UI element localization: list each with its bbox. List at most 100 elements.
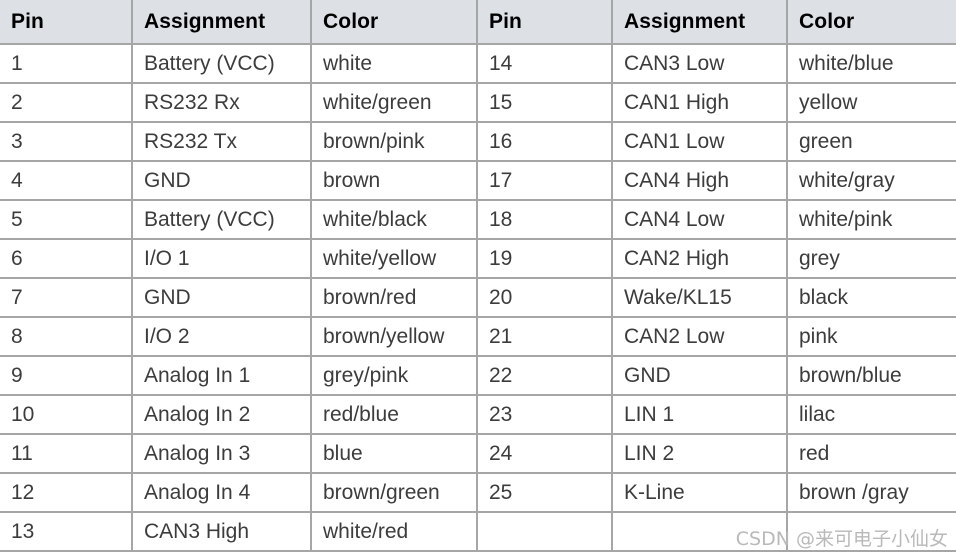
cell-assignment-right: CAN4 High (612, 161, 788, 201)
cell-assignment-right: CAN2 Low (612, 317, 788, 357)
cell-assignment-left: GND (132, 278, 312, 318)
table-row: 7 GND brown/red 20 Wake/KL15 black (0, 278, 956, 318)
cell-assignment-right (612, 512, 788, 552)
cell-pin-left: 9 (0, 356, 133, 396)
cell-color-right: black (787, 278, 956, 318)
cell-pin-right: 23 (477, 395, 613, 435)
cell-pin-right: 19 (477, 239, 613, 279)
cell-color-left: white (311, 44, 478, 84)
cell-assignment-left: RS232 Rx (132, 83, 312, 123)
table-row: 11 Analog In 3 blue 24 LIN 2 red (0, 434, 956, 474)
cell-pin-left: 8 (0, 317, 133, 357)
cell-assignment-left: Analog In 3 (132, 434, 312, 474)
cell-pin-left: 3 (0, 122, 133, 162)
cell-assignment-right: K-Line (612, 473, 788, 513)
cell-color-right: pink (787, 317, 956, 357)
table-row: 6 I/O 1 white/yellow 19 CAN2 High grey (0, 239, 956, 279)
cell-pin-left: 13 (0, 512, 133, 552)
cell-pin-left: 12 (0, 473, 133, 513)
cell-assignment-left: Analog In 1 (132, 356, 312, 396)
cell-color-right: yellow (787, 83, 956, 123)
cell-color-left: brown (311, 161, 478, 201)
table-header: Pin Assignment Color Pin Assignment Colo… (0, 0, 956, 45)
cell-assignment-left: I/O 2 (132, 317, 312, 357)
cell-assignment-left: Analog In 2 (132, 395, 312, 435)
cell-color-left: grey/pink (311, 356, 478, 396)
table-row: 4 GND brown 17 CAN4 High white/gray (0, 161, 956, 201)
cell-pin-left: 10 (0, 395, 133, 435)
column-header-pin-right: Pin (477, 0, 613, 45)
cell-pin-right: 14 (477, 44, 613, 84)
cell-color-right: grey (787, 239, 956, 279)
cell-pin-left: 4 (0, 161, 133, 201)
cell-pin-left: 11 (0, 434, 133, 474)
cell-pin-right: 16 (477, 122, 613, 162)
cell-color-left: brown/yellow (311, 317, 478, 357)
header-row: Pin Assignment Color Pin Assignment Colo… (0, 0, 956, 45)
table-row: 2 RS232 Rx white/green 15 CAN1 High yellow (0, 83, 956, 123)
cell-color-left: red/blue (311, 395, 478, 435)
cell-color-right: white/blue (787, 44, 956, 84)
cell-pin-left: 1 (0, 44, 133, 84)
cell-assignment-left: GND (132, 161, 312, 201)
cell-assignment-left: CAN3 High (132, 512, 312, 552)
cell-color-right: brown/blue (787, 356, 956, 396)
cell-color-left: brown/red (311, 278, 478, 318)
table-row: 13 CAN3 High white/red (0, 512, 956, 552)
cell-color-right: red (787, 434, 956, 474)
cell-assignment-right: GND (612, 356, 788, 396)
cell-color-left: blue (311, 434, 478, 474)
table-row: 3 RS232 Tx brown/pink 16 CAN1 Low green (0, 122, 956, 162)
cell-pin-left: 5 (0, 200, 133, 240)
cell-pin-right: 25 (477, 473, 613, 513)
table-row: 9 Analog In 1 grey/pink 22 GND brown/blue (0, 356, 956, 396)
cell-pin-right (477, 512, 613, 552)
column-header-assignment-right: Assignment (612, 0, 788, 45)
cell-assignment-right: CAN3 Low (612, 44, 788, 84)
cell-pin-right: 15 (477, 83, 613, 123)
cell-color-left: white/green (311, 83, 478, 123)
cell-pin-right: 22 (477, 356, 613, 396)
table-row: 10 Analog In 2 red/blue 23 LIN 1 lilac (0, 395, 956, 435)
cell-color-right: white/gray (787, 161, 956, 201)
cell-color-left: white/red (311, 512, 478, 552)
cell-assignment-right: LIN 1 (612, 395, 788, 435)
cell-color-right: white/pink (787, 200, 956, 240)
cell-color-left: brown/pink (311, 122, 478, 162)
column-header-assignment-left: Assignment (132, 0, 312, 45)
cell-pin-left: 2 (0, 83, 133, 123)
cell-color-left: white/yellow (311, 239, 478, 279)
cell-assignment-right: CAN4 Low (612, 200, 788, 240)
table-body: 1 Battery (VCC) white 14 CAN3 Low white/blue 2… (0, 44, 956, 552)
column-header-color-left: Color (311, 0, 478, 45)
cell-assignment-right: LIN 2 (612, 434, 788, 474)
cell-color-left: white/black (311, 200, 478, 240)
column-header-color-right: Color (787, 0, 956, 45)
column-header-pin-left: Pin (0, 0, 133, 45)
cell-assignment-right: CAN1 High (612, 83, 788, 123)
cell-color-right: lilac (787, 395, 956, 435)
cell-assignment-left: Battery (VCC) (132, 200, 312, 240)
cell-assignment-left: Analog In 4 (132, 473, 312, 513)
cell-color-right (787, 512, 956, 552)
table-row: 1 Battery (VCC) white 14 CAN3 Low white/blue (0, 44, 956, 84)
cell-assignment-right: CAN2 High (612, 239, 788, 279)
cell-pin-right: 20 (477, 278, 613, 318)
cell-color-right: brown /gray (787, 473, 956, 513)
cell-assignment-left: RS232 Tx (132, 122, 312, 162)
pin-assignment-table: Pin Assignment Color Pin Assignment Colo… (0, 0, 956, 552)
cell-pin-right: 18 (477, 200, 613, 240)
cell-pin-right: 21 (477, 317, 613, 357)
cell-assignment-right: CAN1 Low (612, 122, 788, 162)
cell-assignment-left: Battery (VCC) (132, 44, 312, 84)
table-row: 5 Battery (VCC) white/black 18 CAN4 Low white… (0, 200, 956, 240)
cell-pin-left: 7 (0, 278, 133, 318)
cell-pin-right: 24 (477, 434, 613, 474)
cell-color-right: green (787, 122, 956, 162)
cell-color-left: brown/green (311, 473, 478, 513)
cell-assignment-left: I/O 1 (132, 239, 312, 279)
cell-pin-right: 17 (477, 161, 613, 201)
cell-assignment-right: Wake/KL15 (612, 278, 788, 318)
table-row: 8 I/O 2 brown/yellow 21 CAN2 Low pink (0, 317, 956, 357)
cell-pin-left: 6 (0, 239, 133, 279)
